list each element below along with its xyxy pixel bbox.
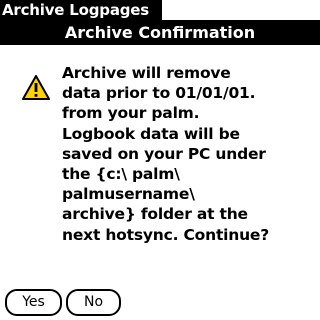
warning-icon: [22, 75, 50, 100]
dialog-title-bar: Archive Confirmation: [0, 20, 320, 45]
yes-button[interactable]: Yes: [5, 289, 62, 316]
app-title: Archive Logpages: [2, 1, 149, 19]
no-button[interactable]: No: [66, 289, 121, 316]
dialog-title: Archive Confirmation: [64, 23, 256, 42]
confirmation-message: Archive will remove data prior to 01/01/…: [62, 64, 270, 244]
app-title-bar: Archive Logpages: [0, 0, 162, 20]
